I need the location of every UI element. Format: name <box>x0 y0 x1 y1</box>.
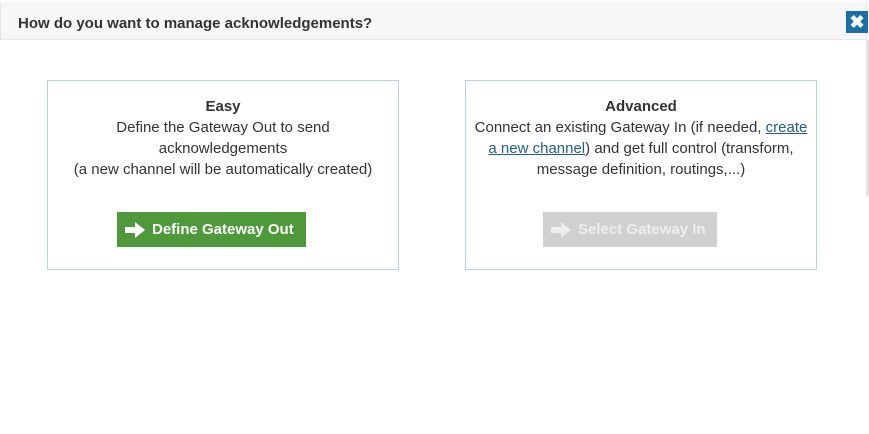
dialog-header: How do you want to manage acknowledgemen… <box>0 2 867 40</box>
advanced-option-title: Advanced <box>605 98 677 115</box>
easy-desc-line-1: Define the Gateway Out to send acknowled… <box>116 119 330 157</box>
manage-acknowledgements-dialog: How do you want to manage acknowledgemen… <box>0 0 869 434</box>
advanced-option-description: Connect an existing Gateway In (if neede… <box>466 117 816 180</box>
arrow-right-icon <box>125 221 145 238</box>
dialog-title: How do you want to manage acknowledgemen… <box>18 15 373 32</box>
easy-desc-line-2: (a new channel will be automatically cre… <box>73 161 373 178</box>
arrow-right-icon <box>551 221 571 238</box>
easy-option-title: Easy <box>205 98 241 115</box>
advanced-option-card: Advanced Connect an existing Gateway In … <box>465 80 817 270</box>
easy-option-card: Easy Define the Gateway Out to send ackn… <box>47 80 399 270</box>
select-gateway-in-button[interactable]: Select Gateway In <box>543 212 717 247</box>
define-gateway-out-label: Define Gateway Out <box>152 221 294 238</box>
advanced-desc-pre: Connect an existing Gateway In (if neede… <box>474 119 766 136</box>
select-gateway-in-label: Select Gateway In <box>578 221 706 238</box>
easy-option-description: Define the Gateway Out to send acknowled… <box>48 117 398 180</box>
close-icon[interactable]: ✖ <box>846 11 868 33</box>
define-gateway-out-button[interactable]: Define Gateway Out <box>117 212 306 247</box>
